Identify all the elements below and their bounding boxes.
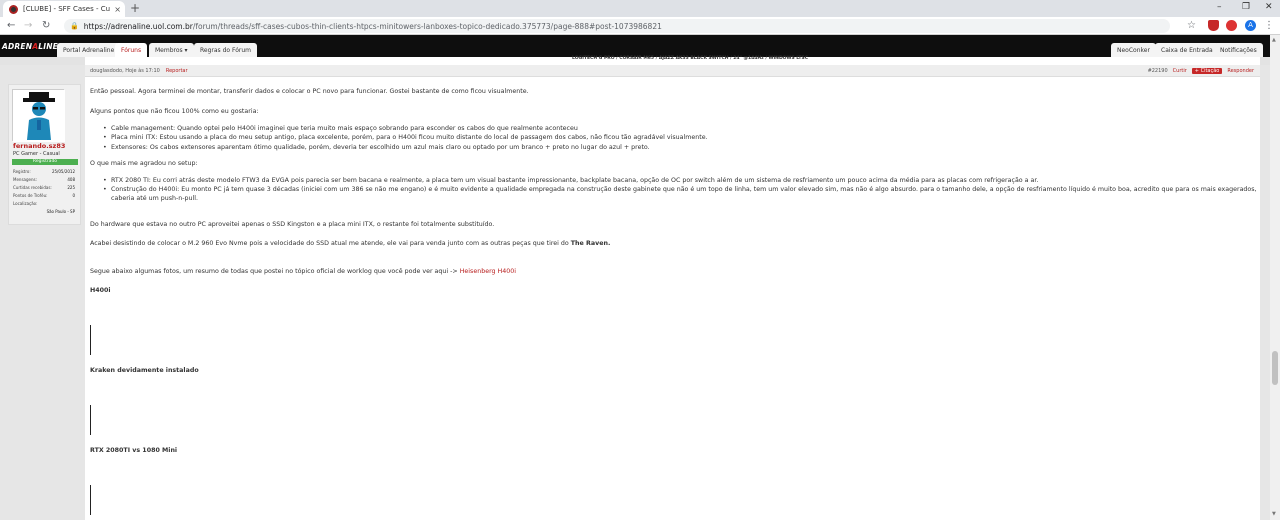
caption-h400i: H400i: [90, 287, 111, 294]
the-raven-text: The Raven.: [570, 240, 611, 247]
url-path: /forum/threads/sff-cases-cubos-thin-clie…: [192, 21, 662, 31]
stat-value: 408: [67, 177, 75, 182]
site-logo[interactable]: ADRENALINE: [2, 39, 58, 53]
username[interactable]: fernando.sz83: [13, 142, 65, 150]
stat-location-label: Localização:: [13, 201, 75, 206]
scroll-thumb[interactable]: [1272, 351, 1278, 385]
stat-value: 0: [72, 193, 75, 198]
dislikes-heading: Alguns pontos que não ficou 100% como eu…: [90, 108, 259, 115]
address-bar[interactable]: 🔒 https://adrenaline.uol.com.br/forum/th…: [64, 19, 1170, 33]
logo-prefix: ADREN: [2, 41, 33, 51]
post-number-link[interactable]: #22190: [1148, 68, 1168, 74]
close-tab-icon[interactable]: ×: [114, 5, 121, 14]
nav-notifications[interactable]: Notificações: [1214, 43, 1263, 57]
nav-portal-adrenaline[interactable]: Portal Adrenaline: [57, 43, 121, 57]
list-item: Cable management: Quando optei pelo H400…: [103, 125, 578, 132]
list-item: Construção do H400i: Eu monto PC já tem …: [103, 186, 1257, 193]
browser-tab-strip: [CLUBE] - SFF Cases - Cubos, Thi × + – ❐…: [0, 0, 1280, 17]
list-item: Placa mini ITX: Estou usando a placa do …: [103, 134, 708, 141]
like-link[interactable]: Curtir: [1173, 68, 1187, 74]
reply-link[interactable]: Responder: [1227, 68, 1254, 74]
stat-label: Curtidas recebidas:: [13, 185, 52, 190]
url-text: https://adrenaline.uol.com.br/forum/thre…: [84, 22, 662, 31]
site-favicon-icon: [9, 4, 18, 14]
stat-trophies: Pontos de Troféu: 0: [13, 193, 75, 198]
close-window-icon[interactable]: ✕: [1265, 2, 1273, 12]
stat-value: 225: [67, 185, 75, 190]
logo-suffix: LINE: [38, 41, 59, 51]
hardware-paragraph: Do hardware que estava no outro PC aprov…: [90, 221, 495, 228]
stat-value: São Paulo - SP: [46, 209, 75, 214]
browser-toolbar: ← → ↻ 🔒 https://adrenaline.uol.com.br/fo…: [0, 17, 1280, 35]
previous-post-signature: LOGITECH G PRO / CORSAIR M65 / AJAZZ AK3…: [572, 56, 809, 61]
previous-post-meta: douglasdodo, Hoje às 17:10 Reportar: [90, 68, 188, 74]
minimize-icon[interactable]: –: [1217, 2, 1222, 12]
user-badge: Registrado: [12, 159, 78, 165]
photos-paragraph: Segue abaixo algumas fotos, um resumo de…: [90, 268, 516, 275]
nav-forum-rules[interactable]: Regras do Fórum: [194, 43, 257, 57]
stat-label: Registro:: [13, 169, 31, 174]
photo-placeholder[interactable]: [90, 485, 91, 515]
photos-text: Segue abaixo algumas fotos, um resumo de…: [90, 268, 460, 275]
scroll-up-icon[interactable]: ▲: [1272, 37, 1276, 43]
list-item-continuation: caberia até um push-n-pull.: [111, 195, 199, 202]
browser-tab[interactable]: [CLUBE] - SFF Cases - Cubos, Thi ×: [3, 1, 125, 17]
nav-forums[interactable]: Fóruns: [115, 43, 148, 57]
likes-heading: O que mais me agradou no setup:: [90, 160, 198, 167]
forum-post: douglasdodo, Hoje às 17:10 Reportar #2219…: [85, 65, 1260, 520]
stat-value: 25/05/2012: [51, 169, 75, 174]
post-meta-text: douglasdodo, Hoje às 17:10: [90, 68, 160, 74]
report-link[interactable]: Reportar: [166, 68, 188, 74]
user-avatar[interactable]: [12, 89, 65, 142]
stat-label: Pontos de Troféu:: [13, 193, 48, 198]
list-item: RTX 2080 TI: Eu corri atrás deste modelo…: [103, 177, 1038, 184]
nav-inbox[interactable]: Caixa de Entrada: [1155, 43, 1219, 57]
back-arrow-icon[interactable]: ←: [7, 19, 15, 33]
stat-location: São Paulo - SP: [13, 209, 75, 214]
quote-button[interactable]: + Citação: [1191, 68, 1223, 74]
photo-placeholder[interactable]: [90, 325, 91, 355]
maximize-icon[interactable]: ❐: [1242, 2, 1250, 12]
reload-icon[interactable]: ↻: [42, 19, 50, 33]
lock-icon: 🔒: [70, 22, 79, 30]
new-tab-button[interactable]: +: [130, 1, 140, 15]
stat-registration: Registro: 25/05/2012: [13, 169, 75, 174]
photo-placeholder[interactable]: [90, 405, 91, 435]
forward-arrow-icon[interactable]: →: [24, 19, 32, 33]
profile-avatar-icon[interactable]: A: [1245, 20, 1256, 31]
user-title: PC Gamer - Casual: [13, 151, 60, 157]
ssd-paragraph: Acabei desistindo de colocar o M.2 960 E…: [90, 240, 611, 247]
nav-user-account[interactable]: NeoConker: [1111, 43, 1156, 57]
nav-members[interactable]: Membros ▾: [149, 43, 194, 57]
list-item: Extensores: Os cabos extensores aparenta…: [103, 144, 650, 151]
caption-rtx: RTX 2080TI vs 1080 Mini: [90, 447, 178, 454]
thread-page: fernando.sz83 PC Gamer - Casual Registra…: [0, 65, 1270, 520]
worklog-link[interactable]: Heisenberg H400i: [460, 268, 516, 275]
bookmark-star-icon[interactable]: ☆: [1187, 20, 1198, 31]
browser-menu-icon[interactable]: ⋮: [1264, 20, 1275, 31]
intro-paragraph: Então pessoal. Agora terminei de montar,…: [90, 88, 529, 95]
post-header: douglasdodo, Hoje às 17:10 Reportar #2219…: [85, 65, 1260, 77]
logo-text: ADRENALINE: [2, 42, 58, 51]
url-host: https://adrenaline.uol.com.br: [83, 21, 193, 31]
page-scrollbar[interactable]: ▲ ▼: [1270, 35, 1280, 520]
stat-likes: Curtidas recebidas: 225: [13, 185, 75, 190]
shield-extension-icon[interactable]: [1208, 20, 1219, 31]
stat-label: Mensagens:: [13, 177, 37, 182]
extension-icon[interactable]: [1226, 20, 1237, 31]
scroll-down-icon[interactable]: ▼: [1272, 511, 1276, 517]
stat-label: Localização:: [13, 201, 38, 206]
heisenberg-avatar-icon: [13, 90, 65, 142]
ssd-text: Acabei desistindo de colocar o M.2 960 E…: [90, 240, 571, 247]
stat-messages: Mensagens: 408: [13, 177, 75, 182]
user-info-panel: fernando.sz83 PC Gamer - Casual Registra…: [8, 84, 81, 225]
site-header: ADRENALINE Portal Adrenaline Fóruns Memb…: [0, 35, 1270, 57]
tab-title: [CLUBE] - SFF Cases - Cubos, Thi: [23, 5, 111, 13]
post-actions: #22190 Curtir + Citação Responder: [1148, 68, 1254, 74]
caption-kraken: Kraken devidamente instalado: [90, 367, 199, 374]
